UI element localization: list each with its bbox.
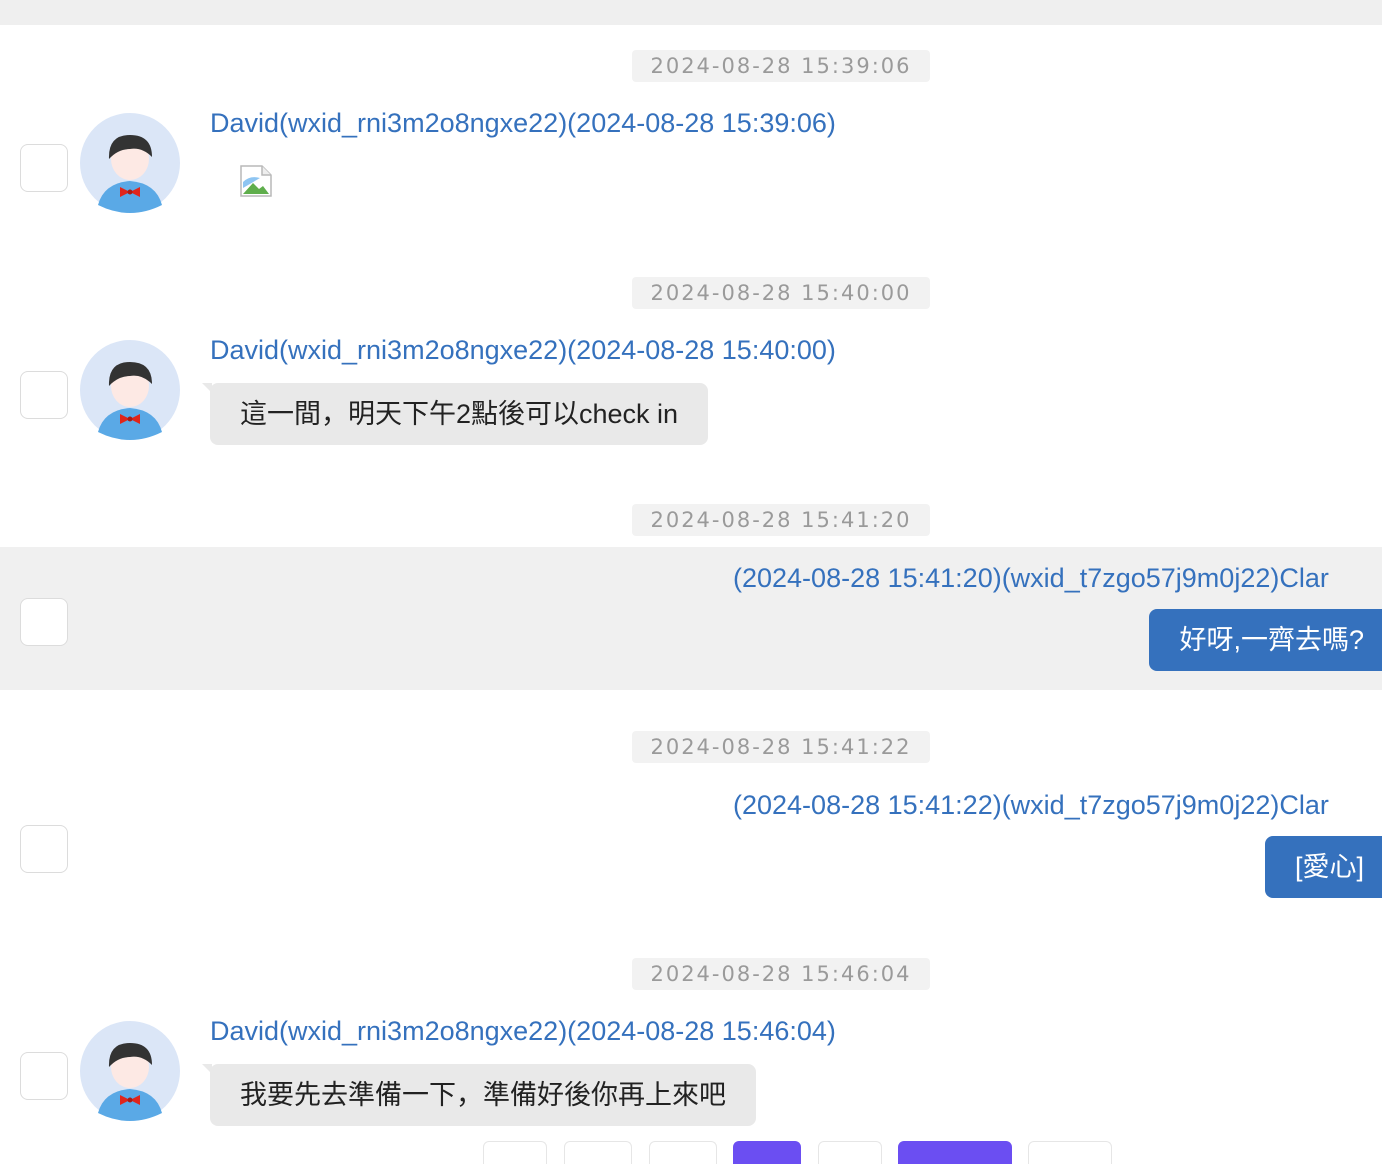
sender-name[interactable]: David(wxid_rni3m2o8ngxe22)(2024-08-28 15… [210, 335, 836, 366]
page-button[interactable] [564, 1141, 632, 1164]
sender-name[interactable]: David(wxid_rni3m2o8ngxe22)(2024-08-28 15… [210, 1016, 836, 1047]
message-bubble[interactable]: 好呀,一齊去嗎? [1149, 609, 1382, 671]
select-checkbox[interactable] [20, 371, 68, 419]
page-button[interactable] [1028, 1141, 1112, 1164]
timestamp-divider: 2024-08-28 15:41:20 [632, 504, 930, 536]
page-button[interactable] [483, 1141, 547, 1164]
page-button[interactable] [818, 1141, 882, 1164]
message-row: (2024-08-28 15:41:22)(wxid_t7zgo57j9m0j2… [0, 774, 1382, 917]
message-bubble[interactable]: 這一間，明天下午2點後可以check in [201, 383, 709, 445]
boy-avatar-icon [80, 340, 180, 440]
message-bubble[interactable]: 我要先去準備一下，準備好後你再上來吧 [202, 1064, 756, 1126]
select-checkbox[interactable] [20, 598, 68, 646]
sender-name[interactable]: (2024-08-28 15:41:22)(wxid_t7zgo57j9m0j2… [733, 790, 1329, 821]
boy-avatar-icon [80, 113, 180, 213]
boy-avatar-icon [80, 1021, 180, 1121]
select-checkbox[interactable] [20, 825, 68, 873]
select-checkbox[interactable] [20, 1052, 68, 1100]
page-button[interactable] [649, 1141, 717, 1164]
message-bubble[interactable]: [愛心] [1264, 836, 1382, 898]
page-button-active[interactable] [733, 1141, 801, 1164]
sender-name[interactable]: (2024-08-28 15:41:20)(wxid_t7zgo57j9m0j2… [733, 563, 1329, 594]
timestamp-divider: 2024-08-28 15:46:04 [632, 958, 930, 990]
select-checkbox[interactable] [20, 144, 68, 192]
timestamp-divider: 2024-08-28 15:39:06 [632, 50, 930, 82]
timestamp-divider: 2024-08-28 15:41:22 [632, 731, 930, 763]
timestamp-divider: 2024-08-28 15:40:00 [632, 277, 930, 309]
broken-image-icon[interactable] [240, 165, 272, 197]
page-go-button[interactable] [898, 1141, 1012, 1164]
sender-name[interactable]: David(wxid_rni3m2o8ngxe22)(2024-08-28 15… [210, 108, 836, 139]
message-row-selected: (2024-08-28 15:41:20)(wxid_t7zgo57j9m0j2… [0, 547, 1382, 690]
top-bar [0, 0, 1382, 25]
